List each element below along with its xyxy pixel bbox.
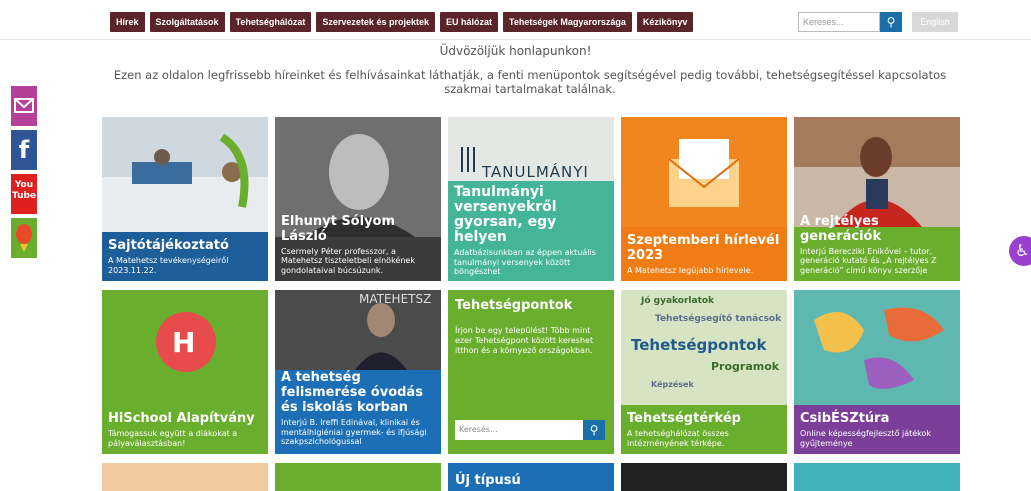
news-tile-tehetsegterkep[interactable]: Jó gyakorlatok Tehetségsegítő tanácsok T… bbox=[621, 290, 787, 454]
search-button[interactable]: ⚲ bbox=[880, 12, 902, 32]
tile-logo: TANULMÁNYI bbox=[482, 163, 589, 181]
map-label: Jó gyakorlatok bbox=[641, 296, 715, 306]
news-tile-rejtelyes-generaciok[interactable]: A rejtélyes generációk Interjú Berecziki … bbox=[794, 117, 960, 281]
tile-subtitle: Interjú B. Ireffi Edinával, klinikai és … bbox=[281, 418, 427, 446]
news-tile-solyom-laszlo[interactable]: Elhunyt Sólyom László Csermely Péter prof… bbox=[275, 117, 441, 281]
tile-title: CsibÉSZtúra bbox=[800, 411, 890, 426]
nav-hirek[interactable]: Hírek bbox=[110, 12, 145, 32]
tile-title: Sajtótájékoztató bbox=[108, 238, 229, 253]
welcome-text: Üdvözöljük honlapunkon! bbox=[439, 44, 592, 58]
email-icon[interactable] bbox=[11, 86, 37, 126]
search-icon: ⚲ bbox=[886, 15, 896, 29]
nav-tehetsegek-magyarorszaga[interactable]: Tehetségek Magyarországa bbox=[503, 12, 632, 32]
top-bar: Hírek Szolgáltatások Tehetséghálózat Sze… bbox=[0, 0, 1031, 40]
nav-eu-halozat[interactable]: EU hálózat bbox=[439, 12, 498, 32]
nav-kezikonyv[interactable]: Kézikönyv bbox=[636, 12, 694, 32]
news-tile-tehetseg-felismerese[interactable]: MATEHETSZ A tehetség felismerése óvodás … bbox=[275, 290, 441, 454]
tile-logo: MATEHETSZ bbox=[359, 292, 432, 306]
tile-subtitle: Interjú Berecziki Enikővel – tutor, gene… bbox=[800, 246, 937, 275]
news-tile-sajtotajekoztato[interactable]: Sajtótájékoztató A Matehetsz tevékenysége… bbox=[102, 117, 268, 281]
nav-szervezetek[interactable]: Szervezetek és projektek bbox=[316, 12, 435, 32]
tile-subtitle: A Matehetsz tevékenységeiről 2023.11.22. bbox=[108, 256, 229, 275]
news-tile-row3-5[interactable] bbox=[794, 463, 960, 491]
tile-subtitle: Támogassuk együtt a diákokat a pályavála… bbox=[108, 429, 238, 448]
map-label: Programok bbox=[711, 360, 780, 373]
nav-szolgaltatasok[interactable]: Szolgáltatások bbox=[149, 12, 225, 32]
news-tile-hirlevel[interactable]: Szeptemberi hírlevél 2023 A Matehetsz leg… bbox=[621, 117, 787, 281]
intro-text: Ezen az oldalon legfrissebb híreinket és… bbox=[113, 68, 947, 96]
balloon-icon[interactable] bbox=[11, 218, 37, 258]
map-label: Tehetségpontok bbox=[631, 336, 767, 354]
news-tile-row3-4[interactable] bbox=[621, 463, 787, 491]
search-input[interactable]: Keresés... bbox=[798, 12, 880, 32]
tile-title: Szeptemberi hírlevél 2023 bbox=[627, 232, 780, 263]
tile-title: A rejtélyes generációk bbox=[800, 213, 882, 244]
tile-logo: H bbox=[172, 326, 196, 359]
facebook-icon[interactable]: f bbox=[11, 130, 37, 170]
tile-subtitle: A tehetséghálózat összes intézményének t… bbox=[627, 429, 729, 448]
tehetsegpontok-search-tile: Tehetségpontok Írjon be egy települést! … bbox=[448, 290, 614, 454]
map-label: Tehetségsegítő tanácsok bbox=[655, 314, 782, 324]
tile-subtitle: A Matehetsz legújabb hírlevele. bbox=[627, 265, 754, 275]
youtube-icon[interactable]: You Tube bbox=[11, 174, 37, 214]
tile-title: Tehetségtérkép bbox=[627, 411, 741, 426]
map-label: Képzések bbox=[651, 380, 694, 389]
news-tile-row3-3[interactable]: Új típusú bbox=[448, 463, 614, 491]
search-icon: ⚲ bbox=[589, 423, 599, 437]
news-tile-hischool[interactable]: H HiSchool Alapítvány Támogassuk együtt a… bbox=[102, 290, 268, 454]
main-nav: Hírek Szolgáltatások Tehetséghálózat Sze… bbox=[110, 12, 694, 32]
tile-title: Új típusú bbox=[455, 473, 521, 488]
tile-title: HiSchool Alapítvány bbox=[108, 411, 255, 426]
news-tile-row3-1[interactable] bbox=[102, 463, 268, 491]
nav-tehetseghalozat[interactable]: Tehetséghálózat bbox=[229, 12, 312, 32]
tile-subtitle: Adatbázisunkban az éppen aktuális tanulm… bbox=[454, 248, 596, 276]
accessibility-icon[interactable]: ♿ bbox=[1009, 236, 1031, 266]
english-button[interactable]: English bbox=[912, 12, 958, 32]
news-tile-tanulmanyi-versenyek[interactable]: TANULMÁNYI Tanulmányi versenyekről gyors… bbox=[448, 117, 614, 281]
tile-title: Tehetségpontok bbox=[455, 298, 573, 313]
tehetsegpont-search-button[interactable]: ⚲ bbox=[583, 420, 605, 440]
tile-subtitle: Csermely Péter professzor, a Matehetsz t… bbox=[281, 246, 415, 275]
news-tile-csibesztura[interactable]: CsibÉSZtúra Online képességfejlesztő játé… bbox=[794, 290, 960, 454]
tile-title: Tanulmányi versenyekről gyorsan, egy hel… bbox=[454, 184, 557, 245]
tehetsegpont-search-input[interactable]: Keresés... bbox=[455, 420, 583, 440]
tile-title: A tehetség felismerése óvodás és iskolás… bbox=[281, 370, 423, 415]
tile-title: Elhunyt Sólyom László bbox=[281, 213, 396, 244]
tile-subtitle: Online képességfejlesztő játékok gyűjtem… bbox=[800, 429, 932, 448]
news-tile-row3-2[interactable] bbox=[275, 463, 441, 491]
tile-subtitle: Írjon be egy települést! Több mint ezer … bbox=[455, 326, 594, 355]
